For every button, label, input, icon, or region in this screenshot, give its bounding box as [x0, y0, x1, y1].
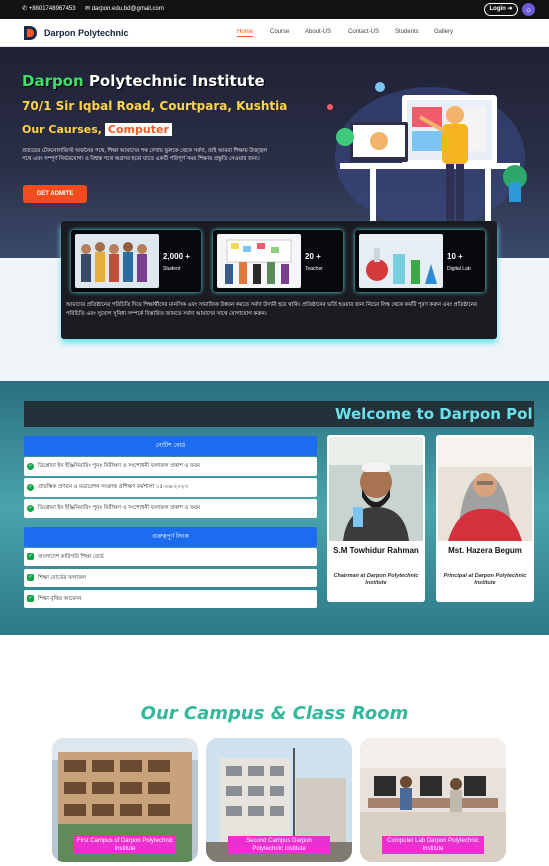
link-icon: ✓ — [27, 595, 34, 602]
stats-description: আমাদের প্রতিষ্ঠানের পরিচিতি দিয়ে শিক্ষা… — [66, 302, 478, 317]
students-photo — [75, 234, 159, 288]
check-icon: ✓ — [27, 484, 34, 491]
second-campus-caption: Second Campus Darpon Polytechnic Institu… — [228, 836, 330, 854]
nav-contact[interactable]: Contact-US — [348, 29, 379, 35]
chairman-name: S.M Towhidur Rahman — [333, 546, 419, 555]
chairman-role: Chairman at Darpon Polytechnic Institute — [333, 573, 419, 586]
hero-description: প্রত্যয়ের টেকনোলজিস্ট অর্জনের পথে, শিক্… — [22, 148, 268, 162]
check-icon: ✓ — [27, 463, 34, 470]
phone-icon: ✆ — [22, 6, 28, 12]
teachers-photo — [217, 234, 301, 288]
nav-students[interactable]: Students — [395, 29, 419, 35]
stat-labs-label: Digital Lab — [447, 266, 471, 272]
hero-address: 70/1 Sir Iqbal Road, Courtpara, Kushtia — [22, 99, 288, 113]
theme-toggle-icon[interactable]: ☼ — [522, 3, 535, 16]
notice-item[interactable]: ✓ ডিপ্লোমা ইন ইঞ্জিনিয়ারিং পুনঃ নিরীক্ষণ… — [24, 499, 317, 518]
campus-card-second[interactable]: Second Campus Darpon Polytechnic Institu… — [206, 738, 352, 862]
email-address: darpon.edu.bd@gmail.com — [91, 6, 164, 12]
welcome-marquee: Welcome to Darpon Pol — [24, 401, 534, 427]
notice-item[interactable]: ✓ প্রারম্ভিক প্রণয়ন ও মডারেশন সংক্রান্ত … — [24, 478, 317, 497]
important-link[interactable]: ✓ শিক্ষা বৃত্তির আবেদন — [24, 590, 317, 608]
check-icon: ✓ — [27, 505, 34, 512]
stat-card-labs: 10 + Digital Lab — [355, 230, 485, 292]
nav-course[interactable]: Course — [270, 29, 289, 35]
email-contact[interactable]: ✉ darpon.edu.bd@gmail.com — [85, 5, 164, 12]
notice-board-header: নোটিশ বোর্ড — [24, 436, 317, 456]
campus-section-title: Our Campus & Class Room — [140, 703, 409, 724]
principal-photo — [438, 437, 532, 541]
nav-gallery[interactable]: Gallery — [434, 29, 453, 35]
stat-students-label: Student — [163, 266, 181, 272]
top-bar: ✆ +8801748967453 ✉ darpon.edu.bd@gmail.c… — [0, 0, 549, 19]
logo-icon[interactable] — [22, 25, 38, 41]
stat-teachers-label: Teacher — [305, 266, 323, 272]
important-link[interactable]: ✓ বাংলাদেশ কারিগরি শিক্ষা বোর্ড — [24, 548, 317, 566]
welcome-section: Welcome to Darpon Pol নোটিশ বোর্ড ✓ ডিপ্ল… — [0, 381, 549, 635]
first-campus-caption: First Campus of Darpon Polytechnic Insti… — [74, 836, 176, 854]
main-navbar: Darpon Polytechnic Home Course About-US … — [0, 19, 549, 47]
brand-name[interactable]: Darpon Polytechnic — [44, 28, 129, 38]
phone-contact[interactable]: ✆ +8801748967453 — [22, 5, 76, 12]
principal-name: Mst. Hazera Begum — [448, 546, 522, 555]
chairman-card[interactable]: S.M Towhidur Rahman Chairman at Darpon P… — [327, 435, 425, 602]
stat-students-number: 2,000 + — [163, 252, 190, 261]
notice-item[interactable]: ✓ ডিপ্লোমা ইন ইঞ্জিনিয়ারিং পুনঃ নিরীক্ষণ… — [24, 457, 317, 476]
lab-photo — [359, 234, 443, 288]
stat-labs-number: 10 + — [447, 252, 463, 261]
link-icon: ✓ — [27, 553, 34, 560]
important-link[interactable]: ✓ শিক্ষা বোর্ডের ফলাফল — [24, 569, 317, 587]
mail-icon: ✉ — [85, 6, 91, 12]
get-admit-button[interactable]: GET ADMITE — [23, 185, 87, 203]
login-button[interactable]: Login ➜ — [484, 3, 518, 16]
hero-title: Darpon Polytechnic Institute — [22, 72, 265, 90]
stats-panel: 2,000 + Student 20 + Teacher 10 + Digita… — [61, 221, 497, 339]
nav-about[interactable]: About-US — [305, 29, 331, 35]
campus-card-first[interactable]: First Campus of Darpon Polytechnic Insti… — [52, 738, 198, 862]
stat-card-teachers: 20 + Teacher — [213, 230, 343, 292]
important-links-header: গুরুত্বপূর্ণ লিংক — [24, 527, 317, 547]
stat-card-students: 2,000 + Student — [71, 230, 201, 292]
hero-courses: Our Caurses, Computer — [22, 123, 172, 136]
course-tag: Computer — [104, 123, 172, 136]
stat-teachers-number: 20 + — [305, 252, 321, 261]
lab-campus-caption: Computer Lab Darpon Polytechnic Institut… — [382, 836, 484, 854]
link-icon: ✓ — [27, 574, 34, 581]
campus-card-lab[interactable]: Computer Lab Darpon Polytechnic Institut… — [360, 738, 506, 862]
chairman-photo — [329, 437, 423, 541]
phone-number: +8801748967453 — [28, 6, 76, 12]
nav-home[interactable]: Home — [237, 29, 254, 37]
principal-card[interactable]: Mst. Hazera Begum Principal at Darpon Po… — [436, 435, 534, 602]
principal-role: Principal at Darpon Polytechnic Institut… — [443, 573, 527, 586]
